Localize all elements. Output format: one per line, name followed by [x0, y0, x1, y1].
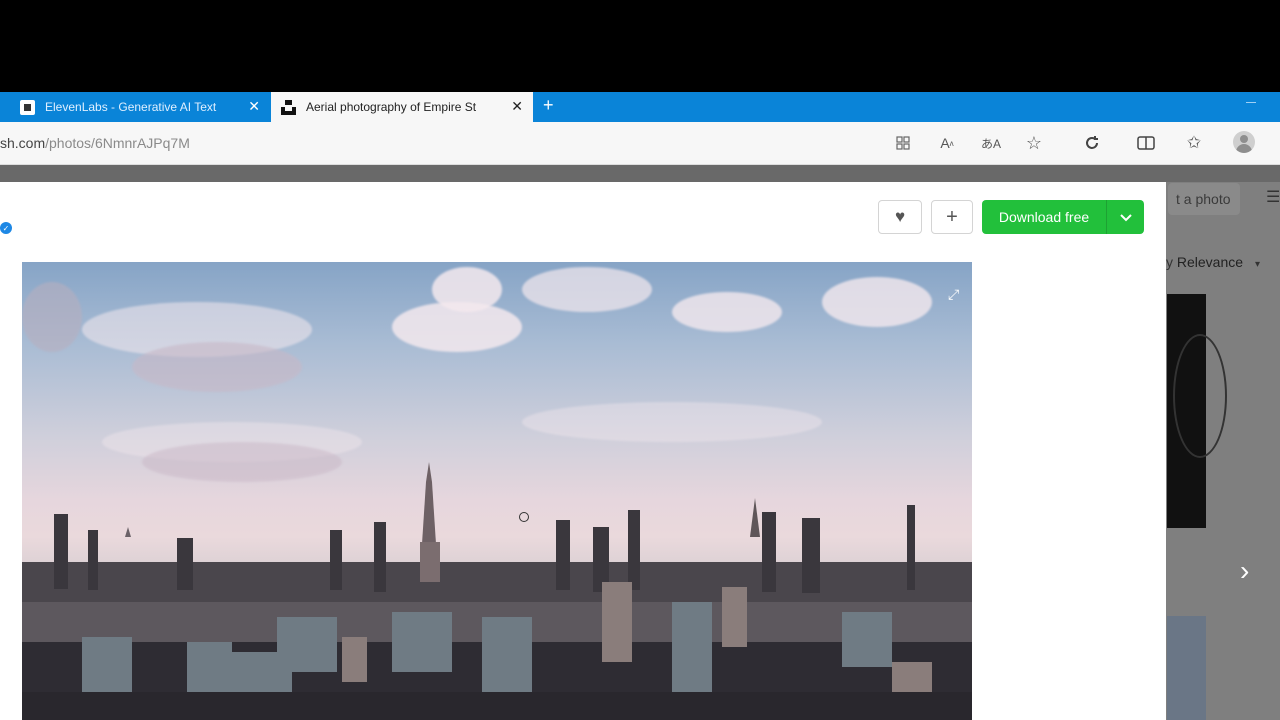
backdrop-strip: [0, 165, 1280, 182]
unsplash-favicon-icon: [281, 99, 296, 115]
close-tab-icon[interactable]: ✕: [511, 99, 523, 113]
backdrop-right: t a photo ☰ y Relevance ▾ ›: [1166, 182, 1280, 720]
tab-elevenlabs[interactable]: ElevenLabs - Generative AI Text ✕: [0, 92, 270, 122]
heart-icon: ♥: [894, 207, 906, 226]
add-to-collection-button[interactable]: +: [931, 200, 973, 234]
tab-title: ElevenLabs - Generative AI Text: [45, 100, 217, 114]
verified-badge-icon: ✓: [0, 222, 12, 234]
city-skyline: [22, 462, 972, 720]
like-button[interactable]: ♥: [878, 200, 922, 234]
tab-strip: ElevenLabs - Generative AI Text ✕ Aerial…: [0, 92, 1280, 122]
menu-icon[interactable]: ☰: [1266, 190, 1280, 206]
new-tab-plus-icon[interactable]: +: [543, 95, 554, 116]
expand-icon[interactable]: ⤢: [948, 286, 959, 303]
photo-modal: ✓ ♥ + Download free ⤢: [0, 182, 1166, 720]
chevron-down-icon: ▾: [1254, 259, 1260, 270]
url-field[interactable]: sh.com/photos/6NmnrAJPq7M: [0, 135, 190, 151]
read-aloud-icon[interactable]: Aʌ: [937, 133, 957, 153]
url-path: /photos/6NmnrAJPq7M: [45, 135, 190, 151]
background-thumbnail[interactable]: [1167, 616, 1206, 720]
chevron-down-icon[interactable]: [1107, 210, 1144, 225]
favorites-icon[interactable]: ✩: [1184, 133, 1204, 153]
background-thumbnail[interactable]: [1167, 294, 1227, 528]
plus-icon: +: [946, 205, 958, 228]
apps-icon[interactable]: [893, 133, 913, 153]
address-bar: sh.com/photos/6NmnrAJPq7M Aʌ あA ☆ ✩: [0, 122, 1280, 165]
tab-title: Aerial photography of Empire St: [306, 100, 477, 114]
favorite-star-icon[interactable]: ☆: [1024, 133, 1044, 153]
refresh-icon[interactable]: [1082, 133, 1102, 153]
download-label: Download free: [998, 209, 1090, 225]
black-bezel: [0, 0, 1280, 92]
split-screen-icon[interactable]: [1136, 133, 1156, 153]
download-button[interactable]: Download free: [982, 200, 1144, 234]
submit-photo-label: t a photo: [1176, 191, 1231, 207]
minimize-icon[interactable]: [1246, 102, 1256, 103]
sort-prefix: y: [1166, 254, 1177, 270]
close-tab-icon[interactable]: ✕: [248, 99, 260, 113]
tab-unsplash-photo[interactable]: Aerial photography of Empire St ✕: [271, 92, 533, 122]
profile-icon[interactable]: [1233, 131, 1255, 153]
elevenlabs-favicon-icon: [20, 99, 35, 115]
zoom-cursor-icon: [519, 512, 529, 522]
sort-value: Relevance: [1176, 254, 1244, 270]
sort-dropdown[interactable]: y Relevance ▾: [1166, 254, 1260, 270]
submit-photo-button[interactable]: t a photo: [1168, 183, 1240, 215]
main-photo[interactable]: ⤢: [22, 262, 972, 720]
url-domain: sh.com: [0, 135, 46, 151]
translate-icon[interactable]: あA: [981, 133, 1001, 153]
next-arrow-icon[interactable]: ›: [1240, 555, 1249, 587]
